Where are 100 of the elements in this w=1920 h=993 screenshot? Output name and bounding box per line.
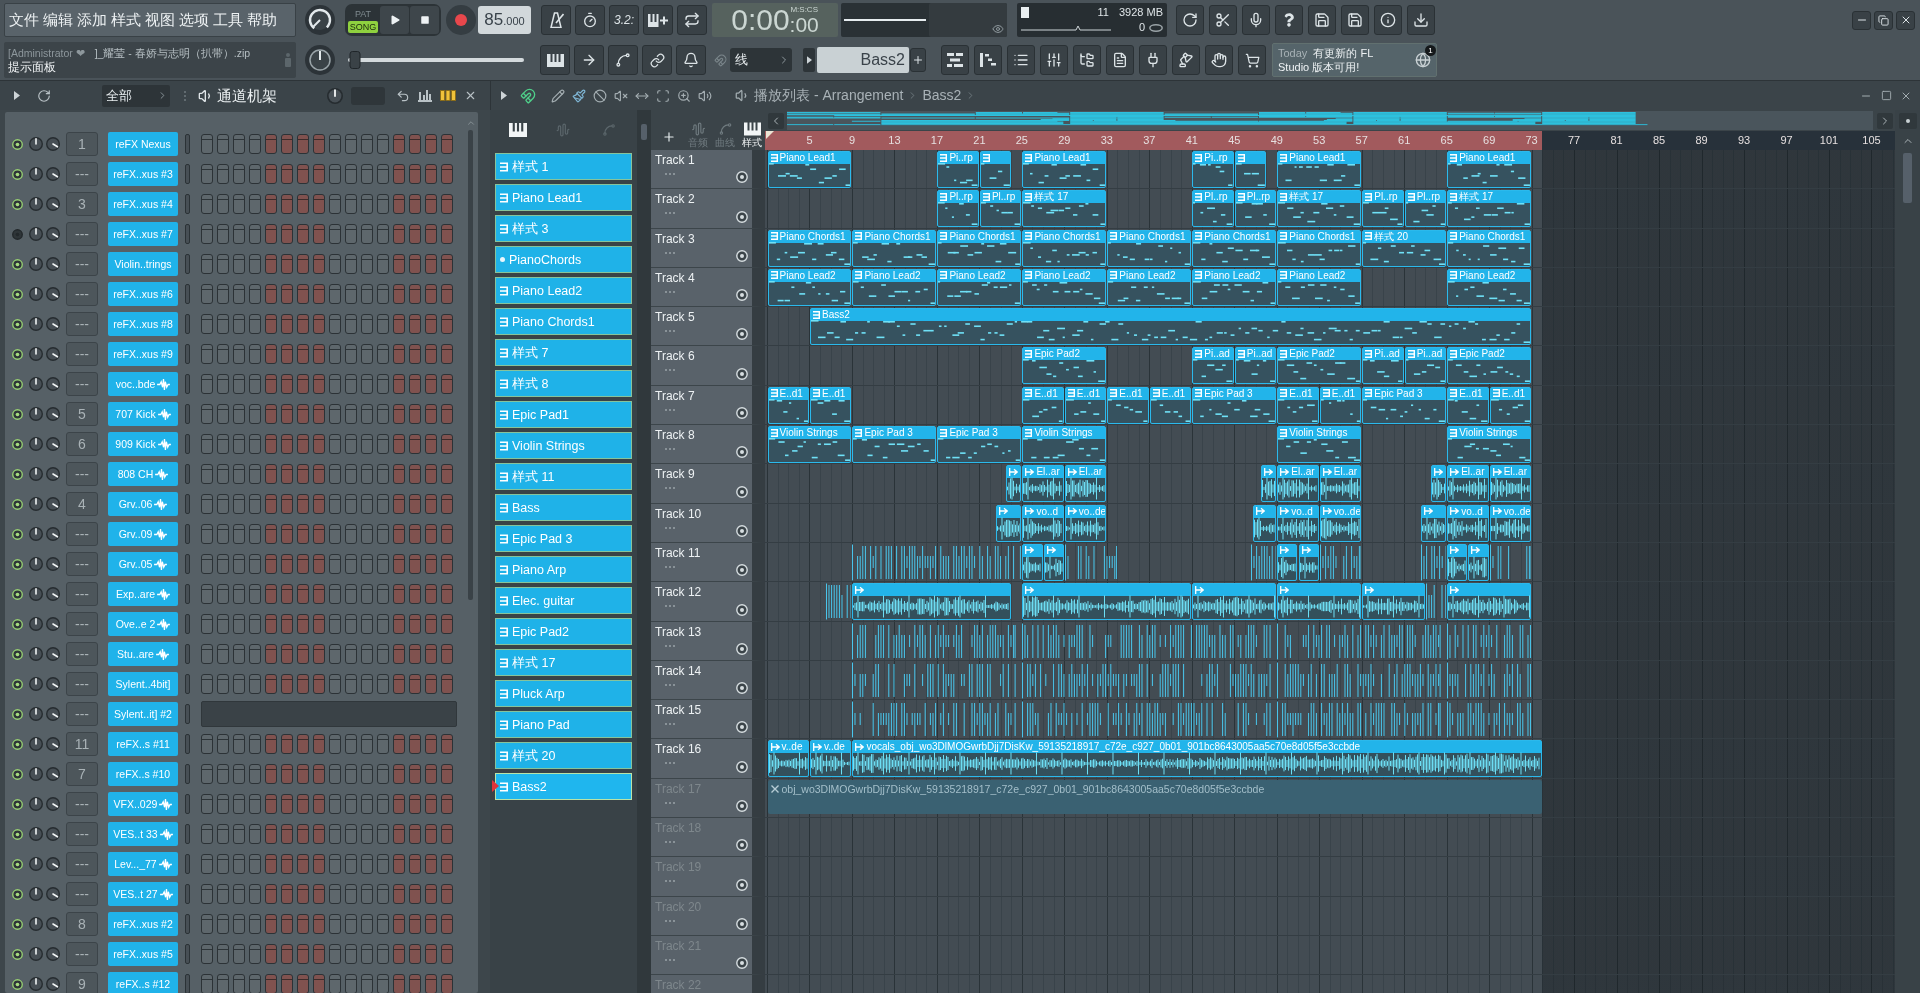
track-toggle-button[interactable] (736, 210, 748, 223)
audio-clip[interactable]: El..ar (1447, 465, 1489, 503)
pattern-clip[interactable]: Piano Lead2 (1107, 268, 1192, 306)
sliced-audio-clip[interactable] (852, 701, 1017, 739)
sliced-audio-clip[interactable] (852, 543, 1022, 581)
channel-select-toggle[interactable] (185, 854, 190, 874)
track-name[interactable]: Track 15 (655, 703, 702, 718)
channel-enable-led[interactable] (12, 198, 23, 210)
pattern-clip[interactable]: E..d1 (809, 386, 852, 424)
track-name[interactable]: Track 4 (655, 270, 695, 285)
pattern-clip[interactable]: 样式 20 (1362, 229, 1447, 267)
channel-select-toggle[interactable] (185, 434, 190, 454)
channel-name-button[interactable]: VES..t 27 (108, 882, 178, 906)
volume-knob[interactable] (46, 287, 60, 301)
pattern-clip[interactable]: E..d1 (1319, 386, 1362, 424)
volume-knob[interactable] (46, 197, 60, 211)
sliced-audio-clip[interactable] (1425, 583, 1447, 621)
pan-knob[interactable] (29, 257, 43, 271)
pattern-item[interactable]: 样式 20 (495, 742, 632, 769)
mixer-track-selector[interactable]: --- (66, 372, 98, 396)
volume-knob[interactable] (46, 497, 60, 511)
channel-name-button[interactable]: reFX..xus #7 (108, 222, 178, 246)
audio-clip[interactable] (1431, 465, 1447, 503)
track-name[interactable]: Track 2 (655, 192, 695, 207)
pattern-clip[interactable]: Pl..rp (937, 190, 979, 228)
pattern-clip[interactable]: E..d1 (1277, 386, 1319, 424)
pattern-clip[interactable]: Piano Chords1 (1022, 229, 1107, 267)
channel-select-toggle[interactable] (185, 134, 190, 154)
track-toggle-button[interactable] (736, 878, 748, 891)
pattern-item[interactable]: Piano Arp (495, 556, 632, 583)
channel-select-toggle[interactable] (185, 584, 190, 604)
mixer-track-selector[interactable]: 11 (66, 732, 98, 756)
channel-name-button[interactable]: reFX..xus #2 (108, 912, 178, 936)
pan-knob[interactable] (29, 437, 43, 451)
minimize-button[interactable] (1852, 10, 1871, 30)
volume-knob[interactable] (46, 827, 60, 841)
audio-clip[interactable]: El..ar (1022, 465, 1064, 503)
channel-enable-led[interactable] (12, 738, 23, 750)
channel-select-toggle[interactable] (185, 704, 190, 724)
menu-item[interactable]: 帮助 (247, 11, 277, 29)
volume-knob[interactable] (46, 587, 60, 601)
channel-name-button[interactable]: Sylent..4bit] (108, 672, 178, 696)
channel-select-toggle[interactable] (185, 674, 190, 694)
restore-button[interactable] (1874, 10, 1893, 30)
arrow-button[interactable] (574, 45, 604, 75)
stop-button[interactable] (410, 6, 439, 34)
volume-knob[interactable] (46, 977, 60, 991)
channel-name-button[interactable]: Grv..06 (108, 492, 178, 516)
audio-clip[interactable] (1006, 465, 1022, 503)
audio-clip[interactable]: vo..de (1064, 504, 1107, 542)
track-toggle-button[interactable] (736, 485, 748, 498)
playlist-button[interactable] (941, 45, 969, 75)
audio-clip[interactable] (1277, 583, 1362, 621)
audio-clip[interactable] (1022, 543, 1043, 581)
audio-clip[interactable]: vo..de (1319, 504, 1362, 542)
pattern-clip[interactable]: Pl..rp (1362, 190, 1404, 228)
pan-knob[interactable] (29, 677, 43, 691)
channel-enable-led[interactable] (12, 138, 23, 150)
pattern-clip[interactable]: Bass2 (809, 308, 1532, 346)
pattern-item[interactable]: PianoChords (495, 246, 632, 273)
dial-knob[interactable] (305, 45, 335, 75)
mixer-track-selector[interactable]: --- (66, 642, 98, 666)
channel-enable-led[interactable] (12, 288, 23, 300)
channel-enable-led[interactable] (12, 918, 23, 930)
audio-clip[interactable] (1468, 543, 1489, 581)
pattern-clip[interactable]: E..d1 (1489, 386, 1532, 424)
volume-knob[interactable] (46, 167, 60, 181)
sliced-audio-clip[interactable] (1489, 543, 1532, 581)
volume-knob[interactable] (46, 557, 60, 571)
pan-knob[interactable] (29, 287, 43, 301)
channel-name-button[interactable]: Grv..05 (108, 552, 178, 576)
master-slider-thumb[interactable] (349, 51, 361, 69)
channel-select-toggle[interactable] (185, 224, 190, 244)
channel-name-button[interactable]: reFX..s #11 (108, 732, 178, 756)
sliced-audio-clip[interactable] (852, 622, 1017, 660)
link-button[interactable] (642, 45, 672, 75)
sliced-audio-clip[interactable] (1250, 543, 1277, 581)
metronome-button[interactable] (541, 5, 571, 35)
sliced-audio-clip[interactable] (825, 583, 852, 621)
mode-tab[interactable]: PAT (352, 7, 374, 20)
mixer-track-selector[interactable]: 3 (66, 192, 98, 216)
pan-knob[interactable] (29, 707, 43, 721)
channel-name-button[interactable]: reFX Nexus (108, 132, 178, 156)
mixer-track-selector[interactable]: --- (66, 552, 98, 576)
track-name[interactable]: Track 11 (655, 545, 701, 560)
plugin-button[interactable] (1139, 45, 1167, 75)
sliced-audio-clip[interactable] (1064, 543, 1117, 581)
pattern-clip[interactable]: Pi..rp (1192, 151, 1234, 188)
pattern-item[interactable]: Piano Pad (495, 711, 632, 738)
channel-name-button[interactable]: Sylent..it] #2 (108, 702, 178, 726)
track-toggle-button[interactable] (736, 524, 748, 537)
channel-select-toggle[interactable] (185, 914, 190, 934)
play-button[interactable] (380, 6, 409, 34)
pattern-clip[interactable]: E..d1 (1022, 386, 1064, 424)
mixer-track-selector[interactable]: --- (66, 792, 98, 816)
track-name[interactable]: Track 12 (655, 585, 702, 600)
audio-clip[interactable]: v..de (767, 740, 809, 778)
pattern-clip[interactable]: Pi..ad (1234, 347, 1277, 385)
sliced-audio-clip[interactable] (1022, 622, 1271, 660)
add-pattern-button[interactable] (910, 48, 926, 72)
